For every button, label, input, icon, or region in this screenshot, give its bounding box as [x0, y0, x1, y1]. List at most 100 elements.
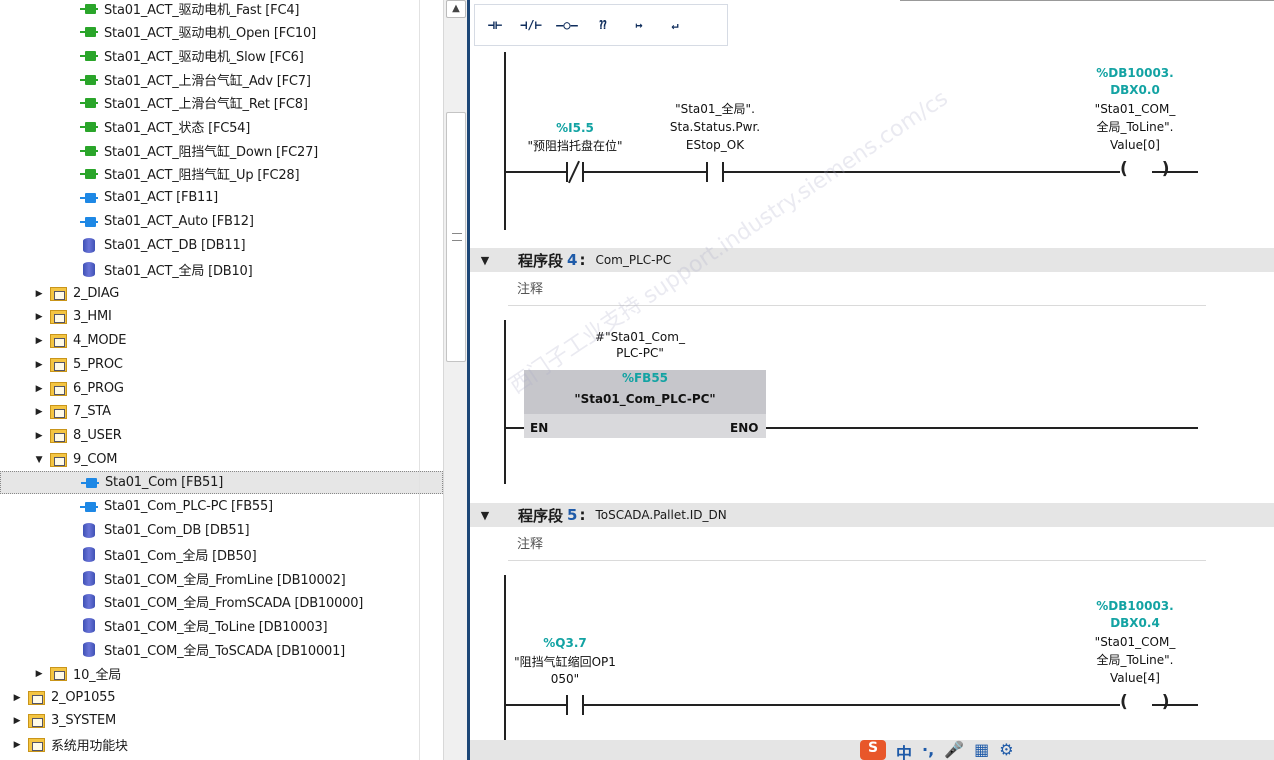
- tree-folder[interactable]: ▶ 2_OP1055: [0, 686, 443, 709]
- toolbar-divider: [900, 0, 1274, 4]
- expand-icon[interactable]: ▶: [11, 740, 23, 750]
- collapse-icon[interactable]: ▼: [470, 254, 500, 267]
- instance-db-label: #"Sta01_Com_: [595, 330, 685, 344]
- ime-mic-icon[interactable]: 🎤: [944, 740, 964, 760]
- tree-scrollbar[interactable]: ▲: [443, 0, 467, 760]
- expand-icon[interactable]: ▶: [33, 669, 45, 679]
- tree-item[interactable]: Sta01_COM_全局_FromLine [DB10002]: [0, 567, 443, 590]
- tree-item[interactable]: Sta01_COM_全局_ToLine [DB10003]: [0, 614, 443, 637]
- tree-item[interactable]: Sta01_ACT_驱动电机_Slow [FC6]: [0, 44, 443, 67]
- tree-folder[interactable]: ▶ 3_HMI: [0, 305, 443, 328]
- tree-item[interactable]: Sta01_ACT_状态 [FC54]: [0, 115, 443, 138]
- ime-logo-icon[interactable]: S: [860, 740, 886, 760]
- tree-folder[interactable]: ▶ 7_STA: [0, 400, 443, 423]
- ime-keyboard-icon[interactable]: ▦: [974, 740, 989, 760]
- tree-item-label: 7_STA: [73, 404, 111, 419]
- expand-icon[interactable]: ▶: [11, 716, 23, 726]
- tree-item[interactable]: Sta01_ACT_上滑台气缸_Adv [FC7]: [0, 68, 443, 91]
- network-title[interactable]: ToSCADA.Pallet.ID_DN: [595, 508, 726, 522]
- collapse-icon[interactable]: ▼: [470, 509, 500, 522]
- fc-icon: [80, 3, 98, 14]
- tree-item[interactable]: Sta01_ACT_DB [DB11]: [0, 234, 443, 257]
- ime-settings-icon[interactable]: ⚙: [999, 740, 1013, 760]
- tree-folder[interactable]: ▶ 10_全局: [0, 662, 443, 685]
- tree-item[interactable]: Sta01_Com_DB [DB51]: [0, 519, 443, 542]
- fb-icon: [80, 216, 98, 227]
- no-contact[interactable]: [706, 162, 724, 182]
- tree-item[interactable]: Sta01_ACT_驱动电机_Fast [FC4]: [0, 0, 443, 20]
- power-rail: [504, 320, 506, 484]
- tree-folder[interactable]: ▶ 6_PROG: [0, 377, 443, 400]
- coil-tag: Value[4]: [1110, 671, 1160, 685]
- tree-folder[interactable]: ▶ 系统用功能块: [0, 733, 443, 756]
- coil-address: DBX0.0: [1110, 83, 1160, 97]
- folder-icon: [50, 333, 67, 348]
- collapse-icon[interactable]: ▼: [33, 455, 45, 465]
- expand-icon[interactable]: ▶: [33, 431, 45, 441]
- close-branch-icon[interactable]: ↵: [661, 12, 689, 38]
- tree-item[interactable]: Sta01_Com [FB51]: [0, 471, 443, 494]
- ime-punct-icon[interactable]: ·,: [922, 740, 934, 760]
- tree-item[interactable]: Sta01_ACT_阻挡气缸_Down [FC27]: [0, 139, 443, 162]
- no-contact[interactable]: [566, 695, 584, 715]
- tree-item[interactable]: Sta01_Com_PLC-PC [FB55]: [0, 495, 443, 518]
- fb-icon: [80, 501, 98, 512]
- tree-item-label: 2_DIAG: [73, 286, 120, 301]
- nc-contact-icon[interactable]: ⊣/⊢: [517, 12, 545, 38]
- tree-item[interactable]: Sta01_COM_全局_FromSCADA [DB10000]: [0, 590, 443, 613]
- expand-icon[interactable]: ▶: [33, 312, 45, 322]
- expand-icon[interactable]: ▶: [11, 693, 23, 703]
- fb-call-box[interactable]: %FB55 "Sta01_Com_PLC-PC" EN ENO: [524, 370, 766, 438]
- tree-item[interactable]: Sta01_ACT_上滑台气缸_Ret [FC8]: [0, 91, 443, 114]
- output-coil[interactable]: ( ): [1120, 159, 1183, 179]
- tree-item[interactable]: Sta01_ACT_驱动电机_Open [FC10]: [0, 20, 443, 43]
- fc-icon: [80, 121, 98, 132]
- scroll-up-icon[interactable]: ▲: [446, 0, 466, 18]
- folder-icon: [50, 381, 67, 396]
- tree-folder[interactable]: ▶ 8_USER: [0, 424, 443, 447]
- tree-item[interactable]: Sta01_ACT_全局 [DB10]: [0, 258, 443, 281]
- empty-box-icon[interactable]: ⁇: [589, 12, 617, 38]
- expand-icon[interactable]: ▶: [33, 407, 45, 417]
- tree-folder[interactable]: ▼ 9_COM: [0, 448, 443, 471]
- tree-folder[interactable]: ▶ 2_DIAG: [0, 282, 443, 305]
- coil-address: %DB10003.: [1096, 599, 1174, 613]
- fc-icon: [80, 168, 98, 179]
- tree-item[interactable]: Sta01_ACT_阻挡气缸_Up [FC28]: [0, 162, 443, 185]
- contact-tag: "阻挡气缸缩回OP1: [514, 655, 616, 669]
- expand-icon[interactable]: ▶: [33, 384, 45, 394]
- nc-contact[interactable]: [566, 160, 584, 184]
- contact-tag: EStop_OK: [685, 138, 745, 152]
- expand-icon[interactable]: ▶: [33, 336, 45, 346]
- tree-item-label: 8_USER: [73, 428, 122, 443]
- folder-icon: [50, 404, 67, 419]
- network-title[interactable]: Com_PLC-PC: [595, 253, 671, 267]
- network-header[interactable]: ▼ 程序段 4 : Com_PLC-PC: [470, 248, 1274, 272]
- output-coil[interactable]: ( ): [1120, 692, 1183, 712]
- tree-item[interactable]: Sta01_ACT [FB11]: [0, 186, 443, 209]
- coil-tag: Value[0]: [1110, 138, 1160, 152]
- coil-tag: "Sta01_COM_: [1094, 102, 1176, 116]
- db-icon: [83, 642, 95, 657]
- tree-item[interactable]: Sta01_Com_全局 [DB50]: [0, 543, 443, 566]
- ime-chinese-mode[interactable]: 中: [896, 740, 912, 760]
- tree-folder[interactable]: ▶ 3_SYSTEM: [0, 709, 443, 732]
- tree-folder[interactable]: ▶ 5_PROC: [0, 353, 443, 376]
- coil-icon[interactable]: –○–: [553, 12, 581, 38]
- tree-item-label: 9_COM: [73, 452, 118, 467]
- network-header[interactable]: ▼ 程序段 5 : ToSCADA.Pallet.ID_DN: [470, 503, 1274, 527]
- expand-icon[interactable]: ▶: [33, 289, 45, 299]
- network-comment[interactable]: 注释: [508, 278, 1206, 306]
- ime-toolbar[interactable]: S 中 ·, 🎤 ▦ ⚙: [860, 740, 1014, 760]
- tree-item[interactable]: Sta01_COM_全局_ToSCADA [DB10001]: [0, 638, 443, 661]
- grip-icon[interactable]: [452, 233, 462, 241]
- open-branch-icon[interactable]: ↦: [625, 12, 653, 38]
- no-contact-icon[interactable]: ⊣⊢: [481, 12, 509, 38]
- folder-icon: [28, 713, 45, 728]
- tree-folder[interactable]: ▶ 4_MODE: [0, 329, 443, 352]
- tree-item[interactable]: Sta01_ACT_Auto [FB12]: [0, 210, 443, 233]
- network-comment[interactable]: 注释: [508, 533, 1206, 561]
- expand-icon[interactable]: ▶: [33, 360, 45, 370]
- coil-address: %DB10003.: [1096, 66, 1174, 80]
- rung-wire: [506, 427, 524, 429]
